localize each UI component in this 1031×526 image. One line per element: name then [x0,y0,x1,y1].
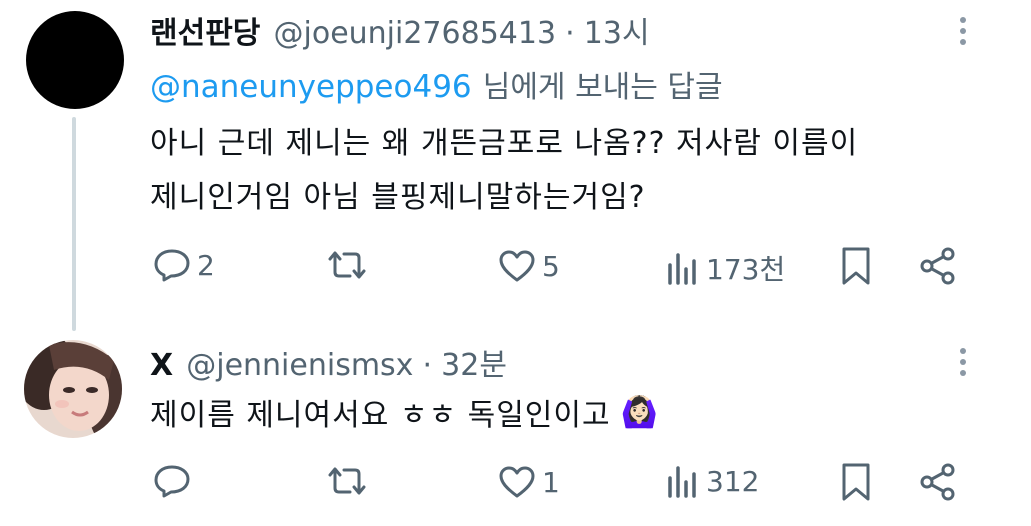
share-icon [920,247,955,285]
avatar[interactable] [26,11,124,109]
reply-context: @naneunyeppeo496 님에게 보내는 답글 [150,62,723,106]
views-button[interactable]: 312 [666,464,759,498]
reply-icon [154,465,190,498]
tweet-header: 랜선판당 @joeunji27685413 · 13시 [150,8,650,52]
reply-button[interactable]: 2 [153,248,215,282]
display-name[interactable]: X [150,348,173,383]
reply-icon [154,249,190,282]
heart-icon [499,250,535,282]
bookmark-button[interactable] [840,462,872,502]
share-button[interactable] [918,246,958,286]
like-button[interactable]: 5 [498,249,560,283]
tweet-text-line-1: 아니 근데 제니는 왜 개뜬금포로 나옴?? 저사람 이름이 [150,126,859,161]
views-count: 312 [706,464,760,498]
share-button[interactable] [918,462,958,502]
more-icon[interactable] [958,17,968,50]
reply-to-handle[interactable]: @naneunyeppeo496 [150,69,472,105]
like-count: 5 [542,249,560,283]
display-name[interactable]: 랜선판당 [150,16,260,51]
avatar-photo [24,340,122,438]
tweet-text-line-2: 제니인거임 아님 블핑제니말하는거임? [150,180,646,215]
tweet-text: 제이름 제니여서요 ㅎㅎ 독일인이고 🙆🏻‍♀️ [150,390,659,434]
bookmark-icon [842,463,870,501]
tweet-text-content: 제이름 제니여서요 ㅎㅎ 독일인이고 [150,398,611,433]
separator: · [565,16,575,51]
handle[interactable]: @jennienismsx [186,348,413,383]
reply-to-suffix: 님에게 보내는 답글 [482,70,723,105]
handle[interactable]: @joeunji27685413 [274,16,557,51]
like-button[interactable]: 1 [498,465,560,499]
like-count: 1 [542,465,560,499]
reply-button[interactable] [153,464,197,498]
thread-line [72,117,76,331]
views-button[interactable]: 173천 [666,248,785,288]
timestamp[interactable]: 13시 [584,16,650,51]
separator: · [422,348,433,383]
views-icon [668,253,696,285]
retweet-icon [328,251,366,279]
more-icon[interactable] [958,348,968,381]
views-count: 173천 [706,253,786,286]
gesture-emoji: 🙆🏻‍♀️ [620,394,659,430]
timestamp[interactable]: 32분 [441,348,507,383]
bookmark-button[interactable] [840,246,872,286]
retweet-icon [328,467,366,495]
reply-count: 2 [197,248,215,282]
heart-icon [499,466,535,498]
retweet-button[interactable] [326,250,374,280]
retweet-button[interactable] [326,466,374,496]
views-icon [668,466,696,498]
tweet-header: X @jennienismsx · 32분 [150,340,507,384]
avatar[interactable] [24,340,122,438]
bookmark-icon [842,247,870,285]
share-icon [920,463,955,501]
